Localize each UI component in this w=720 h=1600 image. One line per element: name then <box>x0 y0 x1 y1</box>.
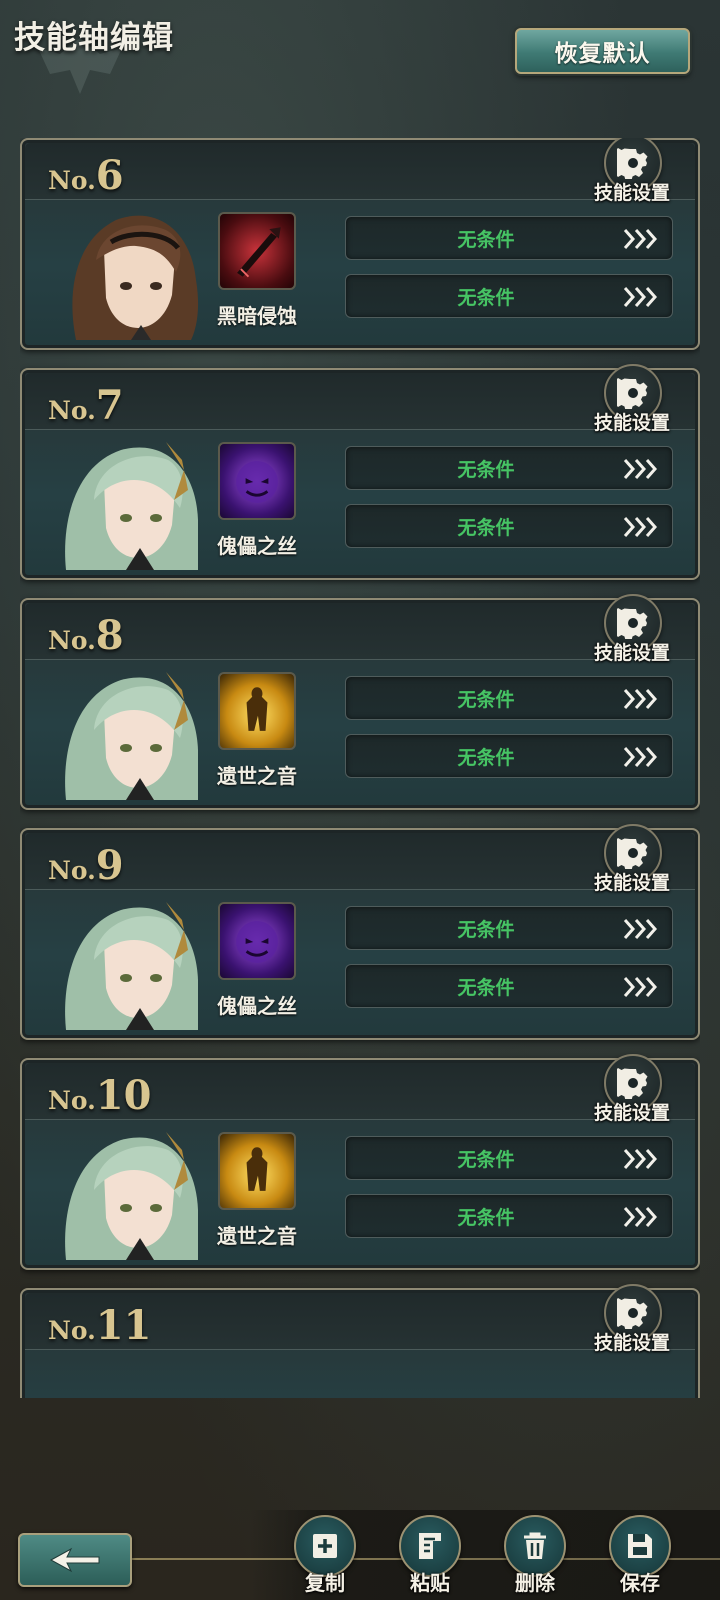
triple-chevron-icon <box>623 459 658 479</box>
card-number: No.8 <box>48 612 124 659</box>
skill-name: 傀儡之丝 <box>217 534 297 558</box>
skill-settings-label: 技能设置 <box>593 182 670 204</box>
skill-settings-label: 技能设置 <box>593 872 670 894</box>
back-arrow-icon <box>49 1547 100 1573</box>
copy-button[interactable]: 复制 <box>290 1515 360 1600</box>
purple-face-icon[interactable] <box>218 902 296 980</box>
purple-face-icon[interactable] <box>218 442 296 520</box>
gear-icon <box>617 378 648 409</box>
gear-icon <box>617 608 648 639</box>
card-number: No.10 <box>48 1072 152 1119</box>
triple-chevron-icon <box>623 287 658 307</box>
gear-icon <box>617 148 648 179</box>
condition-row-2[interactable]: 无条件 <box>345 274 673 318</box>
condition-row-2[interactable]: 无条件 <box>345 964 673 1008</box>
condition-row-2[interactable]: 无条件 <box>345 734 673 778</box>
delete-button[interactable]: 删除 <box>500 1515 570 1600</box>
card-number: No.7 <box>48 382 124 429</box>
character-portrait <box>56 1350 204 1398</box>
save-button[interactable]: 保存 <box>605 1515 675 1600</box>
skill-settings-label: 技能设置 <box>593 1332 670 1354</box>
skill-card: No.9 技能设置 傀儡之丝 无条件 无条件 <box>20 824 700 1040</box>
condition-row-1[interactable]: 无条件 <box>345 676 673 720</box>
card-number: No.9 <box>48 842 124 889</box>
triple-chevron-icon <box>623 1149 658 1169</box>
golden-figure-icon[interactable] <box>218 672 296 750</box>
character-portrait <box>56 660 204 800</box>
skill-settings-label: 技能设置 <box>593 1102 670 1124</box>
skill-name: 遗世之音 <box>217 764 297 788</box>
character-portrait <box>56 890 204 1030</box>
gear-icon <box>617 838 648 869</box>
skill-name: 遗世之音 <box>217 1224 297 1248</box>
card-number: No.6 <box>48 152 124 199</box>
condition-row-1[interactable]: 无条件 <box>345 216 673 260</box>
skill-name: 黑暗侵蚀 <box>217 304 297 328</box>
triple-chevron-icon <box>623 689 658 709</box>
paste-button[interactable]: 粘贴 <box>395 1515 465 1600</box>
condition-row-2[interactable]: 无条件 <box>345 1194 673 1238</box>
gear-icon <box>617 1068 648 1099</box>
condition-row-1[interactable]: 无条件 <box>345 1136 673 1180</box>
character-portrait <box>56 200 204 340</box>
golden-figure-icon[interactable] <box>218 1132 296 1210</box>
triple-chevron-icon <box>623 747 658 767</box>
triple-chevron-icon <box>623 517 658 537</box>
copy-icon <box>313 1534 337 1558</box>
skill-card: No.7 技能设置 傀儡之丝 无条件 无条件 <box>20 364 700 580</box>
triple-chevron-icon <box>623 919 658 939</box>
paste-icon <box>419 1533 441 1559</box>
skill-settings-label: 技能设置 <box>593 642 670 664</box>
dark-blade-icon[interactable] <box>218 212 296 290</box>
skill-card: No.8 技能设置 遗世之音 无条件 无条件 <box>20 594 700 810</box>
save-icon <box>628 1534 652 1558</box>
character-portrait <box>56 1120 204 1260</box>
triple-chevron-icon <box>623 1207 658 1227</box>
condition-row-1[interactable]: 无条件 <box>345 446 673 490</box>
skill-card: No.11 技能设置 <box>20 1284 700 1398</box>
character-portrait <box>56 430 204 570</box>
page-title: 技能轴编辑 <box>14 20 174 56</box>
skill-list[interactable]: No.6 技能设置 黑暗侵蚀 无条件 无条件 No.7 技能设置 傀儡之丝 无条… <box>20 138 700 1398</box>
gear-icon <box>617 1298 648 1329</box>
back-button[interactable] <box>18 1533 132 1587</box>
skill-settings-label: 技能设置 <box>593 412 670 434</box>
condition-row-2[interactable]: 无条件 <box>345 504 673 548</box>
reset-default-button[interactable]: 恢复默认 <box>515 28 690 74</box>
skill-name: 傀儡之丝 <box>217 994 297 1018</box>
skill-card: No.6 技能设置 黑暗侵蚀 无条件 无条件 <box>20 138 700 350</box>
triple-chevron-icon <box>623 977 658 997</box>
skill-card: No.10 技能设置 遗世之音 无条件 无条件 <box>20 1054 700 1270</box>
trash-icon <box>524 1532 546 1559</box>
triple-chevron-icon <box>623 229 658 249</box>
condition-row-1[interactable]: 无条件 <box>345 906 673 950</box>
card-number: No.11 <box>48 1302 152 1349</box>
